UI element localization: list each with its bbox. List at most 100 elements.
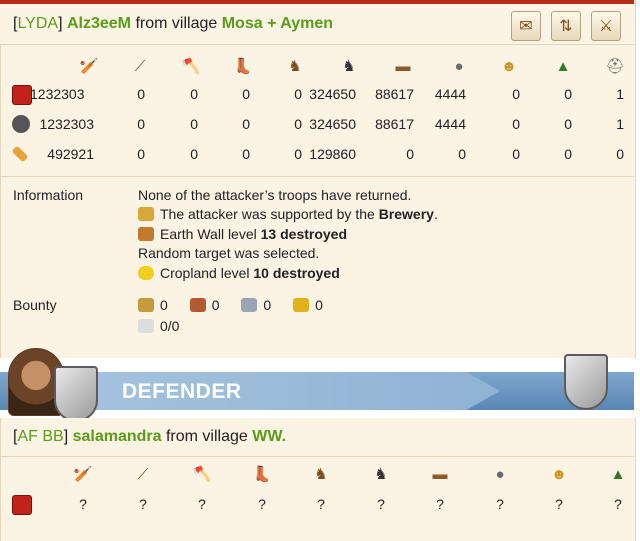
table-cell: 0 xyxy=(512,146,520,162)
table-cell: ? xyxy=(436,496,444,512)
table-cell: ? xyxy=(198,496,206,512)
info-text: Earth Wall level xyxy=(160,226,257,242)
defender-title: [AF BB] salamandra from village WW. xyxy=(13,428,286,446)
defender-title-row: [AF BB] salamandra from village WW. xyxy=(0,418,634,457)
earth-wall-icon xyxy=(138,227,154,241)
boot-icon: 👢 xyxy=(233,58,253,75)
info-text: Cropland level xyxy=(160,265,250,281)
bracket: ] xyxy=(58,15,63,32)
table-cell: ? xyxy=(496,496,504,512)
club-icon: 🏏 xyxy=(73,466,93,483)
table-cell: 0 xyxy=(294,146,302,162)
table-cell: 88617 xyxy=(375,86,414,102)
table-cell: 0 xyxy=(294,116,302,132)
axe-icon: 🪓 xyxy=(181,58,201,75)
table-cell: 0 xyxy=(242,86,250,102)
info-line: None of the attacker’s troops have retur… xyxy=(138,187,412,203)
spear-icon: ⟋ xyxy=(134,57,146,75)
report-button[interactable]: ⇅ xyxy=(551,11,581,41)
cropland-icon xyxy=(138,266,154,280)
bounty-row: 0 0 0 0 xyxy=(138,297,323,313)
table-cell: ? xyxy=(555,496,563,512)
attacker-title-row: [LYDA] Alz3eeM from village Mosa + Aymen… xyxy=(0,4,634,45)
settler-icon: ▲ xyxy=(610,465,626,483)
table-cell: 4444 xyxy=(434,116,466,132)
table-cell: 0 xyxy=(458,146,466,162)
horse-icon: ♞ xyxy=(288,58,302,75)
table-cell: 0 xyxy=(190,116,198,132)
ram-icon: ▬ xyxy=(395,57,411,75)
attacker-title: [LYDA] Alz3eeM from village Mosa + Aymen xyxy=(13,15,333,33)
swords-button[interactable]: ⚔ xyxy=(591,11,621,41)
attacker-player-link[interactable]: Alz3eeM xyxy=(67,15,131,32)
attacker-alliance-link[interactable]: LYDA xyxy=(17,15,58,32)
attacker-village-link[interactable]: Mosa + Aymen xyxy=(222,15,333,32)
defender-village-link[interactable]: WW. xyxy=(252,428,286,445)
bounty-label: Bounty xyxy=(13,297,57,313)
catapult-icon: ● xyxy=(454,57,464,75)
table-cell: ? xyxy=(317,496,325,512)
table-cell: ? xyxy=(377,496,385,512)
table-cell: 1232303 xyxy=(30,86,85,102)
carry-row: 0/0 xyxy=(138,318,179,334)
table-cell: 0 xyxy=(294,86,302,102)
troops-icon xyxy=(12,85,32,105)
brewery-icon xyxy=(138,207,154,221)
spear-icon: ⟋ xyxy=(137,465,149,483)
iron-icon xyxy=(241,298,258,312)
defender-alliance-link[interactable]: AF BB xyxy=(17,428,63,445)
troops-icon xyxy=(12,495,32,515)
table-cell: 0 xyxy=(137,116,145,132)
table-cell: 0 xyxy=(512,86,520,102)
carry-value: 0/0 xyxy=(160,318,180,334)
scroll-button[interactable]: ✉ xyxy=(511,11,541,41)
chief-icon: ☻ xyxy=(501,57,517,75)
table-cell: 0 xyxy=(242,116,250,132)
table-cell: 0 xyxy=(190,146,198,162)
table-cell: 1232303 xyxy=(39,116,94,132)
settler-icon: ▲ xyxy=(555,57,571,75)
casualties-skull-icon xyxy=(12,115,30,133)
table-cell: 0 xyxy=(564,116,572,132)
table-cell: 0 xyxy=(137,86,145,102)
info-text: . xyxy=(433,206,438,222)
horse-icon: ♞ xyxy=(314,466,328,483)
table-cell: 0 xyxy=(616,146,624,162)
bounty-value: 0 xyxy=(211,297,220,313)
crop-icon xyxy=(293,298,310,312)
defense-shield-icon xyxy=(564,354,608,410)
table-cell: 0 xyxy=(564,146,572,162)
table-cell: 88617 xyxy=(375,116,414,132)
info-bold: 13 destroyed xyxy=(260,226,348,242)
wood-icon xyxy=(138,298,154,312)
clay-icon xyxy=(189,298,206,312)
table-cell: ? xyxy=(258,496,266,512)
axe-icon: 🪓 xyxy=(192,466,212,483)
table-cell: 324650 xyxy=(309,86,356,102)
info-line: Random target was selected. xyxy=(138,245,320,261)
dark-horse-icon: ♞ xyxy=(374,466,388,483)
bounty-value: 0 xyxy=(263,297,272,313)
table-cell: 0 xyxy=(406,146,414,162)
carry-icon xyxy=(138,319,154,333)
info-line: Earth Wall level 13 destroyed xyxy=(138,226,347,242)
table-cell: 1 xyxy=(616,86,624,102)
bracket: ] xyxy=(63,428,69,445)
table-cell: 0 xyxy=(512,116,520,132)
ram-icon: ▬ xyxy=(432,465,448,483)
table-cell: 324650 xyxy=(309,116,356,132)
info-text: The attacker was supported by the xyxy=(160,206,375,222)
bounty-value: 0 xyxy=(160,297,168,313)
attacker-injured-row: 492921 0 0 0 0 129860 0 0 0 0 0 xyxy=(0,140,634,168)
attacker-casualties-row: 1232303 0 0 0 0 324650 88617 4444 0 0 1 xyxy=(0,110,634,138)
boot-icon: 👢 xyxy=(252,466,272,483)
info-bold: Brewery xyxy=(378,206,434,222)
catapult-icon: ● xyxy=(495,465,505,483)
table-cell: 0 xyxy=(190,86,198,102)
defender-player-link[interactable]: salamandra xyxy=(73,428,162,445)
attacker-troops-row: 1232303 0 0 0 0 324650 88617 4444 0 0 1 xyxy=(0,80,634,108)
defender-troops-row: ? ? ? ? ? ? ? ? ? ? xyxy=(0,490,634,518)
table-cell: 0 xyxy=(137,146,145,162)
dark-horse-icon: ♞ xyxy=(342,58,356,75)
table-cell: ? xyxy=(614,496,622,512)
